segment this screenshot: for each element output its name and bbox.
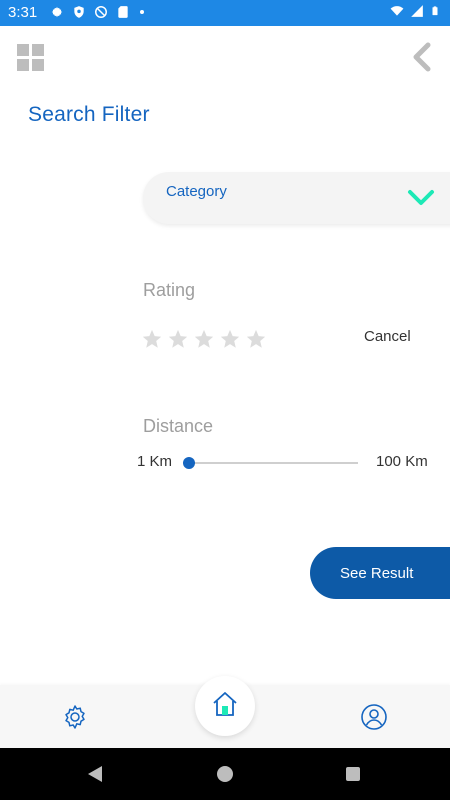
star-icon[interactable] [219,328,241,350]
category-dropdown[interactable]: Category [143,172,450,224]
profile-icon[interactable] [360,703,388,731]
rating-label: Rating [143,280,196,300]
signal-icon [411,5,423,17]
shield-icon [74,6,84,18]
system-recents-icon[interactable] [346,767,360,781]
dot-icon [140,10,144,14]
distance-slider-thumb[interactable] [183,457,195,469]
status-icons-right [390,4,440,18]
gear-icon [51,6,63,18]
settings-icon[interactable] [61,703,89,731]
battery-icon [432,6,438,16]
no-disturb-icon [95,6,107,18]
status-icons-left [50,5,146,19]
status-time: 3:31 [8,4,38,21]
grid-icon[interactable] [17,44,45,72]
distance-max-label: 100 Km [376,453,428,470]
bottom-nav [0,676,450,748]
wifi-icon [390,6,404,16]
star-icon[interactable] [167,328,189,350]
page-title: Search Filter [28,103,150,126]
chevron-left-icon[interactable] [408,42,436,72]
star-icon[interactable] [141,328,163,350]
sd-card-icon [118,6,128,18]
home-icon [213,692,237,716]
chevron-down-icon [408,190,434,205]
distance-slider-track[interactable] [186,462,358,464]
see-result-button[interactable]: See Result [310,547,450,599]
star-icon[interactable] [245,328,267,350]
system-nav-bar [0,748,450,800]
cancel-button[interactable]: Cancel [364,328,411,345]
distance-label: Distance [143,416,214,436]
system-home-icon[interactable] [217,766,233,782]
rating-stars[interactable] [141,328,267,350]
category-label: Category [166,183,227,200]
home-button[interactable] [195,676,255,736]
distance-min-label: 1 Km [137,453,173,470]
system-back-icon[interactable] [86,765,104,783]
star-icon[interactable] [193,328,215,350]
status-bar: 3:31 [0,0,450,26]
